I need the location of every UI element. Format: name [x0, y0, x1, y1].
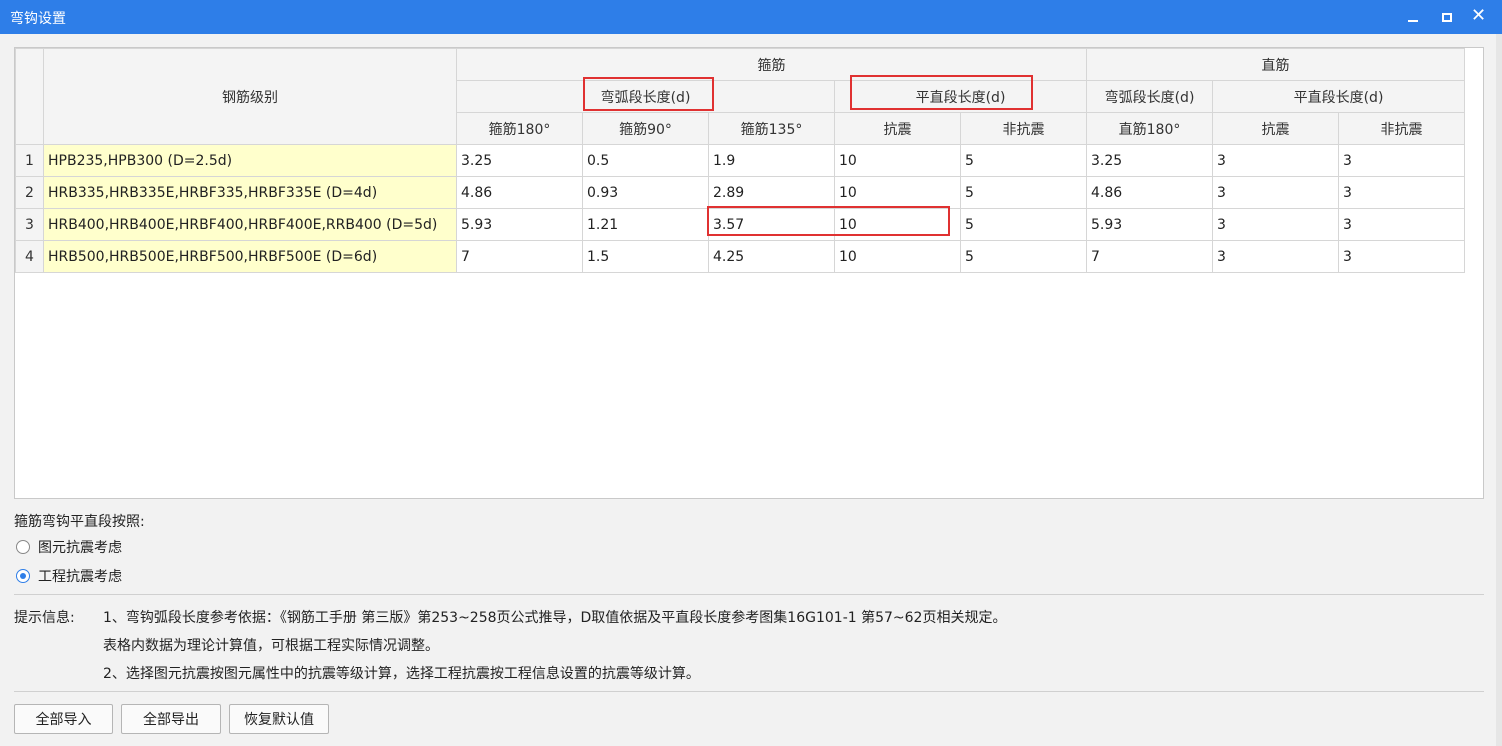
value-cell[interactable]: 3: [1338, 208, 1465, 241]
grade-cell[interactable]: HRB400,HRB400E,HRBF400,HRBF400E,RRB400 (…: [43, 208, 457, 241]
table-row: 3 HRB400,HRB400E,HRBF400,HRBF400E,RRB400…: [15, 208, 1465, 241]
close-icon: ✕: [1471, 5, 1487, 26]
value-cell[interactable]: 3: [1212, 240, 1339, 273]
col-header-stirrup-flat: 平直段长度(d): [834, 80, 1087, 113]
tip-line-1: 1、弯钩弧段长度参考依据：《钢筋工手册 第三版》第253~258页公式推导，D取…: [103, 610, 1007, 626]
col-header-stirrup-arc: 弯弧段长度(d): [456, 80, 835, 113]
value-cell[interactable]: 1.5: [582, 240, 709, 273]
tip-line-3: 2、选择图元抗震按图元属性中的抗震等级计算，选择工程抗震按工程信息设置的抗震等级…: [103, 666, 700, 682]
value-cell[interactable]: 2.89: [708, 176, 835, 209]
value-cell[interactable]: 3: [1338, 176, 1465, 209]
value-cell[interactable]: 5: [960, 240, 1087, 273]
value-cell[interactable]: 10: [834, 176, 961, 209]
value-cell[interactable]: 3: [1338, 144, 1465, 177]
radio-label: 工程抗震考虑: [38, 569, 122, 585]
value-cell[interactable]: 3.25: [1086, 144, 1213, 177]
row-number: 3: [15, 208, 44, 241]
divider: [14, 594, 1484, 595]
row-number: 4: [15, 240, 44, 273]
tip-line-2: 表格内数据为理论计算值，可根据工程实际情况调整。: [103, 635, 439, 655]
value-cell[interactable]: 4.86: [456, 176, 583, 209]
radio-label: 图元抗震考虑: [38, 540, 122, 556]
col-header-stirrup-90[interactable]: 箍筋90°: [582, 112, 709, 145]
value-cell[interactable]: 7: [1086, 240, 1213, 273]
value-cell[interactable]: 7: [456, 240, 583, 273]
grade-cell[interactable]: HRB500,HRB500E,HRBF500,HRBF500E (D=6d): [43, 240, 457, 273]
value-cell[interactable]: 3: [1212, 144, 1339, 177]
col-header-straight: 直筋: [1086, 48, 1465, 81]
export-all-button[interactable]: 全部导出: [121, 704, 221, 734]
value-cell[interactable]: 1.21: [582, 208, 709, 241]
row-header-corner: [15, 48, 44, 145]
value-cell[interactable]: 5: [960, 176, 1087, 209]
hook-settings-grid: 钢筋级别 箍筋 直筋 弯弧段长度(d) 平直段长度(d) 弯弧段长度(d) 平直…: [14, 47, 1484, 499]
col-header-stirrup-135[interactable]: 箍筋135°: [708, 112, 835, 145]
row-number: 2: [15, 176, 44, 209]
col-header-stirrup-180[interactable]: 箍筋180°: [456, 112, 583, 145]
value-cell[interactable]: 3.57: [708, 208, 835, 241]
value-cell[interactable]: 0.93: [582, 176, 709, 209]
options-label: 箍筋弯钩平直段按照:: [14, 514, 145, 530]
window-title: 弯钩设置: [10, 11, 66, 27]
table-row: 4 HRB500,HRB500E,HRBF500,HRBF500E (D=6d)…: [15, 240, 1465, 273]
value-cell[interactable]: 5.93: [1086, 208, 1213, 241]
value-cell[interactable]: 10: [834, 240, 961, 273]
value-cell[interactable]: 4.86: [1086, 176, 1213, 209]
radio-circle[interactable]: [16, 540, 30, 554]
close-button[interactable]: ✕: [1468, 5, 1490, 28]
grade-cell[interactable]: HPB235,HPB300 (D=2.5d): [43, 144, 457, 177]
col-header-grade[interactable]: 钢筋级别: [43, 48, 457, 145]
radio-project-seismic[interactable]: 工程抗震考虑: [16, 566, 122, 586]
table-row: 2 HRB335,HRB335E,HRBF335,HRBF335E (D=4d)…: [15, 176, 1465, 209]
hook-table: 钢筋级别 箍筋 直筋 弯弧段长度(d) 平直段长度(d) 弯弧段长度(d) 平直…: [15, 48, 1465, 273]
radio-component-seismic[interactable]: 图元抗震考虑: [16, 537, 122, 557]
col-header-stirrup-seismic[interactable]: 抗震: [834, 112, 961, 145]
tip-line-2-text: 表格内数据为理论计算值，可根据工程实际情况调整。: [103, 638, 439, 654]
col-header-straight-seismic[interactable]: 抗震: [1212, 112, 1339, 145]
value-cell[interactable]: 5: [960, 208, 1087, 241]
divider: [14, 691, 1484, 692]
col-header-straight-nonseismic[interactable]: 非抗震: [1338, 112, 1465, 145]
value-cell[interactable]: 10: [834, 208, 961, 241]
value-cell[interactable]: 3.25: [456, 144, 583, 177]
title-bar: 弯钩设置 ✕: [0, 0, 1502, 34]
grade-cell[interactable]: HRB335,HRB335E,HRBF335,HRBF335E (D=4d): [43, 176, 457, 209]
minimize-icon: [1408, 20, 1418, 22]
value-cell[interactable]: 3: [1338, 240, 1465, 273]
restore-defaults-button[interactable]: 恢复默认值: [229, 704, 329, 734]
col-header-stirrup: 箍筋: [456, 48, 1087, 81]
minimize-button[interactable]: [1402, 6, 1424, 28]
col-header-stirrup-nonseismic[interactable]: 非抗震: [960, 112, 1087, 145]
table-row: 1 HPB235,HPB300 (D=2.5d) 3.25 0.5 1.9 10…: [15, 144, 1465, 177]
row-number: 1: [15, 144, 44, 177]
value-cell[interactable]: 3: [1212, 208, 1339, 241]
value-cell[interactable]: 3: [1212, 176, 1339, 209]
col-header-straight-180[interactable]: 直筋180°: [1086, 112, 1213, 145]
tips-label: 提示信息:: [14, 610, 75, 626]
value-cell[interactable]: 10: [834, 144, 961, 177]
value-cell[interactable]: 4.25: [708, 240, 835, 273]
col-header-straight-flat: 平直段长度(d): [1212, 80, 1465, 113]
value-cell[interactable]: 1.9: [708, 144, 835, 177]
background-window-edge: [1496, 34, 1502, 746]
value-cell[interactable]: 0.5: [582, 144, 709, 177]
radio-circle-checked[interactable]: [16, 569, 30, 583]
import-all-button[interactable]: 全部导入: [14, 704, 113, 734]
maximize-icon: [1442, 13, 1452, 22]
col-header-straight-arc: 弯弧段长度(d): [1086, 80, 1213, 113]
maximize-button[interactable]: [1436, 6, 1458, 28]
value-cell[interactable]: 5.93: [456, 208, 583, 241]
value-cell[interactable]: 5: [960, 144, 1087, 177]
